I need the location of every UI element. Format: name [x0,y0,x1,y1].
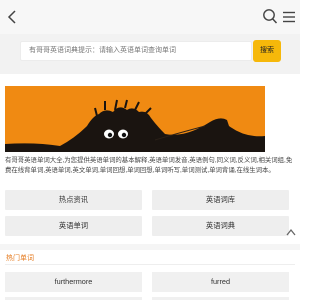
back-icon[interactable] [5,9,19,25]
link-english-dictionary[interactable]: 英语词典 [152,216,289,236]
link-english-words[interactable]: 英语单词 [5,216,142,236]
search-icon[interactable] [262,8,278,25]
section-divider [5,264,295,265]
menu-icon[interactable] [282,11,296,23]
hot-word-item[interactable]: furred [152,272,289,292]
search-button[interactable]: 搜索 [253,40,281,62]
site-intro: 有哥哥英语单词大全,为您提供英语单词的基本解释,英语单词发音,英语例句,同义词,… [5,157,293,174]
link-hot-news[interactable]: 热点资讯 [5,190,142,210]
hot-words-title: 热门单词 [6,255,34,262]
chevron-up-icon[interactable] [286,228,296,236]
banner-image[interactable] [5,86,265,152]
link-english-lexicon[interactable]: 英语词库 [152,190,289,210]
top-bar [0,0,300,34]
banner-illustration [5,86,265,152]
search-input[interactable]: 有哥哥英语词典提示：请输入英语单词查询单词 [20,41,252,61]
divider [0,244,300,250]
hot-word-item[interactable]: furthermore [5,272,142,292]
